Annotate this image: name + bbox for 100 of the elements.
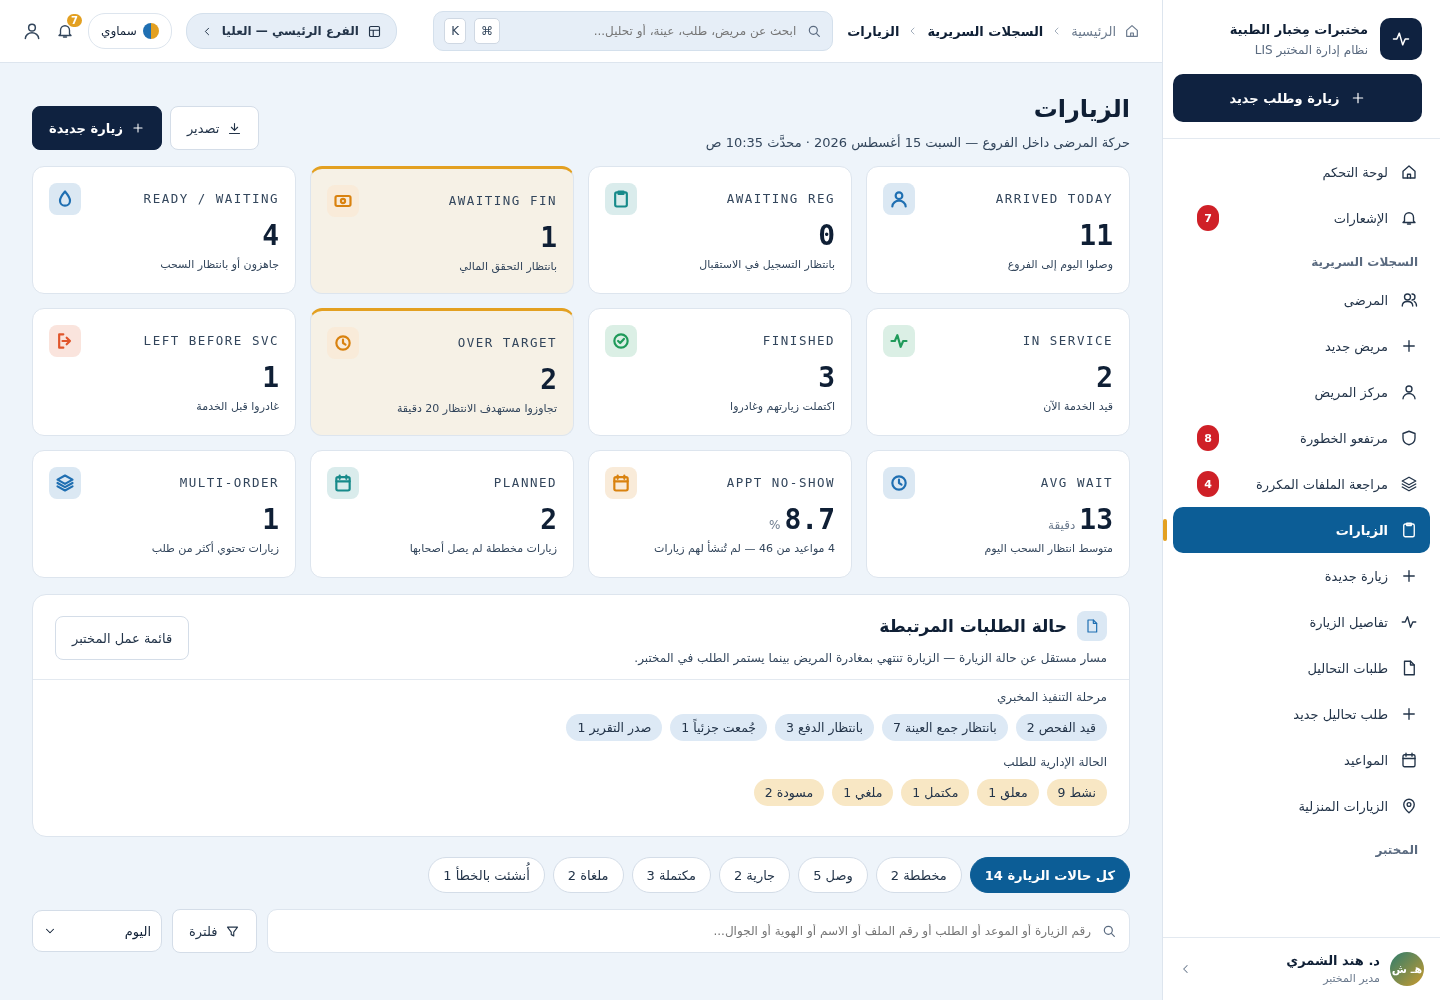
home-icon xyxy=(1400,163,1418,181)
nav-section-title: المختبر xyxy=(1374,842,1419,859)
nav-item[interactable]: مريض جديد xyxy=(1173,323,1430,369)
stat-value: 4 xyxy=(261,219,279,252)
stat-value: 0 xyxy=(817,219,835,252)
users-icon xyxy=(1400,291,1418,309)
bell-icon xyxy=(56,22,74,40)
branch-icon xyxy=(366,23,382,39)
nav-item[interactable]: المرضى xyxy=(1173,277,1430,323)
breadcrumb-link[interactable]: الرئيسية xyxy=(1071,23,1116,39)
status-chip[interactable]: نشط 9 xyxy=(1046,779,1107,806)
stat-caption: 4 مواعيد من 46 — لم تُنشأ لهم زيارات xyxy=(653,542,835,555)
nav-item[interactable]: المواعيد xyxy=(1173,737,1430,783)
stat-caption: بانتظار التحقق المالي xyxy=(458,260,557,273)
stat-caption: زيارات مخططة لم يصل أصحابها xyxy=(408,542,557,555)
pulse-icon xyxy=(1400,613,1418,631)
stat-value: 2 xyxy=(539,363,557,396)
stat-value: 8.7 % xyxy=(768,503,835,536)
document-icon xyxy=(1084,618,1100,634)
status-tab[interactable]: مكتملة 3 xyxy=(631,857,711,893)
search-icon xyxy=(1101,923,1117,939)
group-title: مرحلة التنفيذ المخبري xyxy=(995,690,1107,704)
period-select[interactable]: اليوم xyxy=(32,910,162,952)
download-icon xyxy=(227,120,243,136)
stat-value: 1 xyxy=(261,503,279,536)
panel-description: مسار مستقل عن حالة الزيارة — الزيارة تنتهي بمغادرة المريض بينما يستمر الطلب في المختبر. xyxy=(634,651,1107,665)
count-badge: 7 xyxy=(1197,205,1219,231)
status-chip[interactable]: ملغي 1 xyxy=(832,779,894,806)
status-chip[interactable]: جُمعت جزئياً 1 xyxy=(670,714,768,741)
stat-value: 3 xyxy=(817,361,835,394)
brand-name: مختبرات مِخبار الطبية xyxy=(1229,21,1368,37)
user-name: د. هند الشمري xyxy=(1285,953,1380,968)
stat-value: 2 xyxy=(1095,361,1113,394)
status-chip[interactable]: قيد الفحص 2 xyxy=(1015,714,1107,741)
page-title: الزيارات xyxy=(1032,95,1130,123)
stat-caption: زيارات تحتوي أكثر من طلب xyxy=(150,542,279,555)
user-avatar: هـ ش xyxy=(1390,952,1424,986)
stat-label: PLANNED xyxy=(493,475,557,490)
nav-item[interactable]: مركز المريض xyxy=(1173,369,1430,415)
status-chip[interactable]: بانتظار الدفع 3 xyxy=(775,714,875,741)
nav-item[interactable]: لوحة التحكم xyxy=(1173,149,1430,195)
theme-toggle[interactable]: سماوي xyxy=(88,13,172,49)
stat-value: 1 xyxy=(261,361,279,394)
status-chip[interactable]: معلق 1 xyxy=(977,779,1039,806)
calendar-icon xyxy=(1400,751,1418,769)
stat-label: MULTI-ORDER xyxy=(179,475,279,490)
status-tab[interactable]: أُنشئت بالخطأ 1 xyxy=(428,857,545,893)
status-chip[interactable]: صدر التقرير 1 xyxy=(566,714,663,741)
nav-item[interactable]: تفاصيل الزيارة xyxy=(1173,599,1430,645)
count-badge: 8 xyxy=(1197,425,1219,451)
user-icon xyxy=(22,21,42,41)
keyboard-key: K xyxy=(444,18,467,44)
status-chip[interactable]: مكتمل 1 xyxy=(901,779,970,806)
clipboard-icon xyxy=(1400,521,1418,539)
user-role: مدير المختبر xyxy=(1321,972,1380,985)
stat-caption: غادروا قبل الخدمة xyxy=(195,400,279,413)
nav-item[interactable]: زيارة جديدة xyxy=(1173,553,1430,599)
stat-label: APPT NO-SHOW xyxy=(726,475,835,490)
brand-subtitle: نظام إدارة المختبر LIS xyxy=(1253,42,1368,57)
count-badge: 4 xyxy=(1197,471,1219,497)
status-chip[interactable]: مسودة 2 xyxy=(753,779,825,806)
stat-caption: تجاوزوا مستهدف الانتظار 20 دقيقة xyxy=(395,402,557,415)
shield-icon xyxy=(1400,429,1418,447)
group-title: الحالة الإدارية للطلب xyxy=(1002,755,1107,769)
nav-section-title: السجلات السريرية xyxy=(1310,254,1419,271)
page-subtitle: حركة المرضى داخل الفروع — السبت 15 أغسطس 2026 · محدَّث 10:35 ص xyxy=(705,135,1130,150)
stat-value: 11 xyxy=(1078,219,1113,252)
nav-item[interactable]: طلبات التحاليل xyxy=(1173,645,1430,691)
breadcrumb-link[interactable]: الزيارات xyxy=(847,23,900,39)
notification-badge: 7 xyxy=(67,14,82,27)
lab-worklist-button[interactable]: قائمة عمل المختبر xyxy=(55,616,190,660)
stat-caption: قيد الخدمة الآن xyxy=(1042,400,1113,413)
nav-item[interactable]: الزيارات المنزلية xyxy=(1173,783,1430,829)
breadcrumb-link[interactable]: السجلات السريرية xyxy=(927,23,1044,39)
plus-icon xyxy=(1400,337,1418,355)
stat-label: READY / WAITING xyxy=(143,191,279,206)
stat-caption: بانتظار التسجيل في الاستقبال xyxy=(698,258,835,271)
new-visit-button[interactable]: زيارة جديدة xyxy=(32,106,162,150)
stat-caption: وصلوا اليوم إلى الفروع xyxy=(1006,258,1113,271)
filter-icon xyxy=(225,923,241,939)
plus-icon xyxy=(1400,567,1418,585)
stat-label: LEFT BEFORE SVC xyxy=(143,333,279,348)
stat-label: OVER TARGET xyxy=(457,335,557,350)
nav-item[interactable]: طلب تحاليل جديد xyxy=(1173,691,1430,737)
stat-label: FINISHED xyxy=(762,333,835,348)
stat-caption: جاهزون أو بانتظار السحب xyxy=(159,258,279,271)
status-tab[interactable]: مخططة 2 xyxy=(875,857,962,893)
branch-selector[interactable]: الفرع الرئيسي — العليا xyxy=(185,13,397,49)
status-chip[interactable]: بانتظار جمع العينة 7 xyxy=(882,714,1008,741)
status-tab[interactable]: ملغاة 2 xyxy=(552,857,624,893)
stat-caption: متوسط انتظار السحب اليوم xyxy=(983,542,1113,555)
status-tab[interactable]: جارية 2 xyxy=(718,857,791,893)
status-tab[interactable]: كل حالات الزيارة 14 xyxy=(969,857,1130,893)
new-visit-order-button[interactable]: زيارة وطلب جديد xyxy=(1173,74,1422,122)
pulse-icon xyxy=(1391,29,1411,49)
status-tab[interactable]: وصل 5 xyxy=(798,857,868,893)
stat-value: 1 xyxy=(539,221,557,254)
filter-button[interactable]: فلترة xyxy=(172,909,258,953)
export-button[interactable]: تصدير xyxy=(169,106,260,150)
home-icon xyxy=(1124,23,1140,39)
